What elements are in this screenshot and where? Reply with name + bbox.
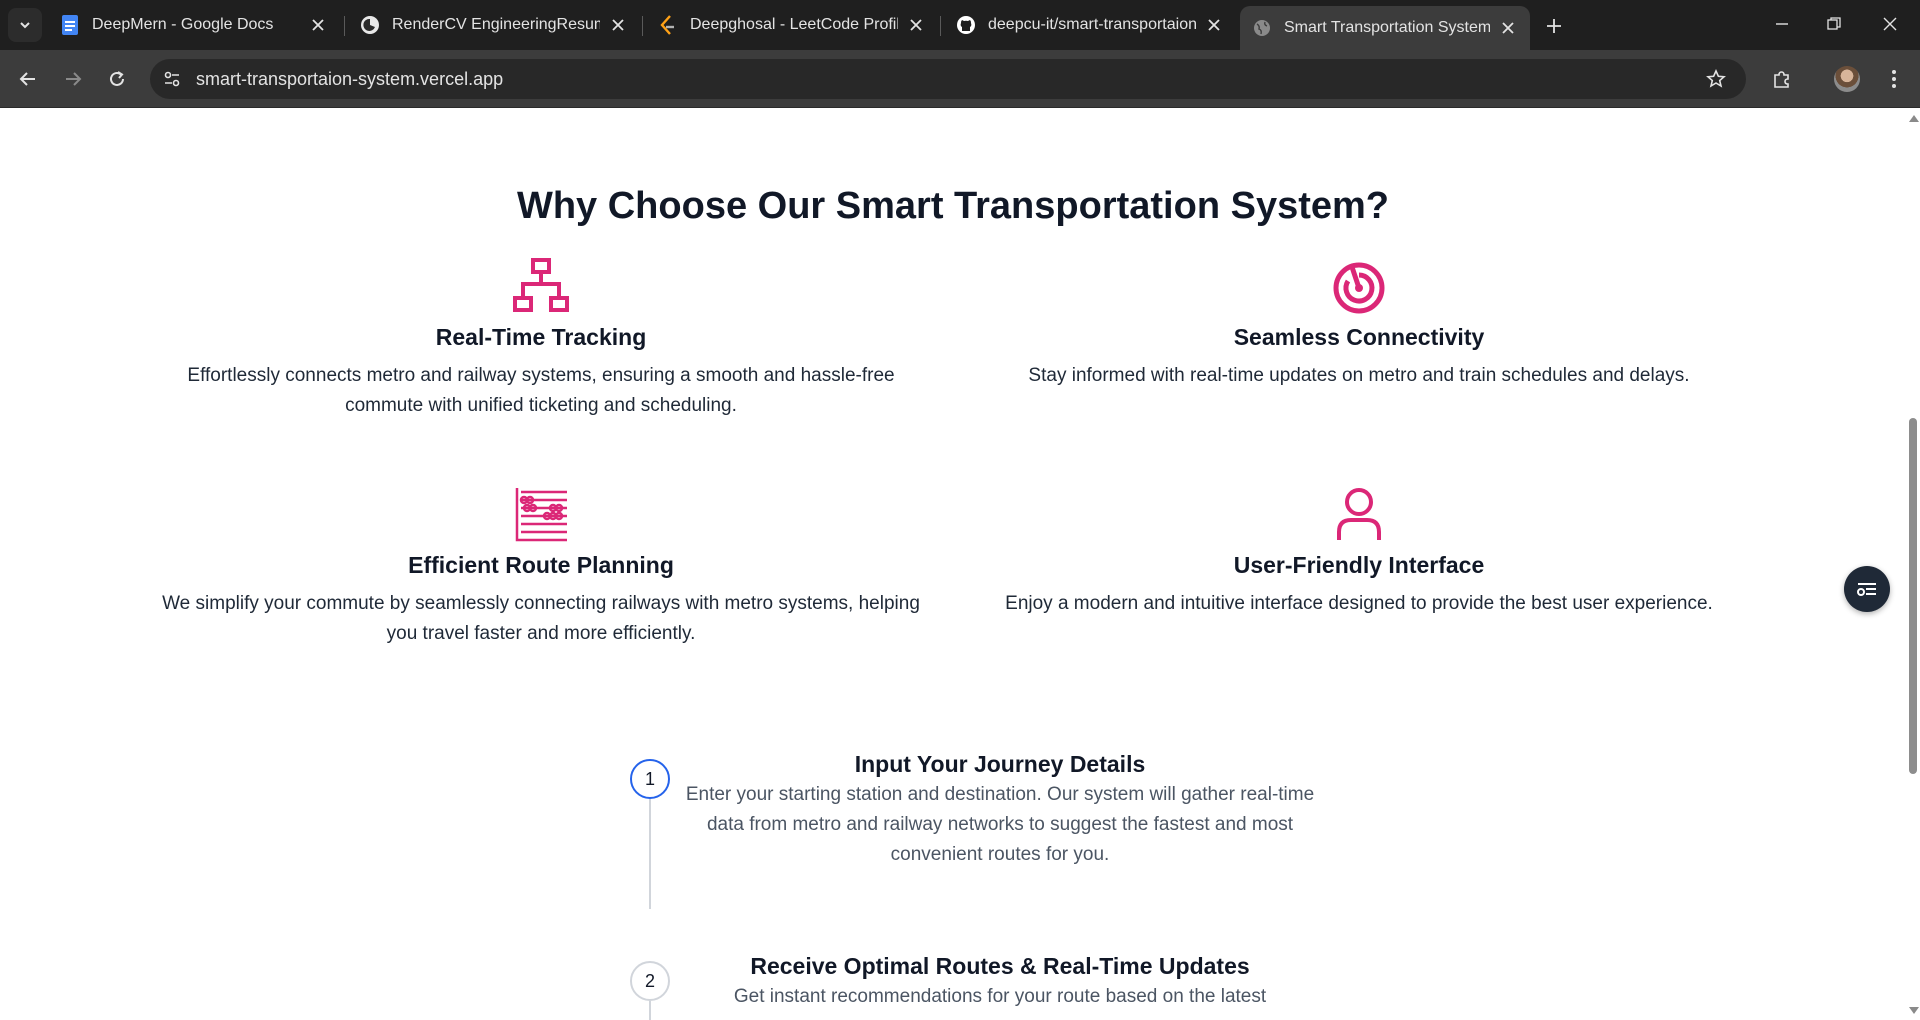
tab-search-button[interactable] — [8, 8, 42, 42]
tab-rendercv[interactable]: RenderCV EngineeringResumes — [348, 6, 640, 44]
step-item: 1 Input Your Journey Details Enter your … — [620, 751, 1380, 959]
close-icon[interactable] — [608, 15, 628, 35]
scroll-down-arrow-icon[interactable] — [1909, 1007, 1919, 1014]
tab-title: deepcu-it/smart-transportaion- — [988, 16, 1196, 33]
bookmark-star-icon[interactable] — [1704, 67, 1728, 91]
close-icon[interactable] — [308, 15, 328, 35]
profile-button[interactable] — [1833, 65, 1861, 93]
step-connector-line — [649, 1001, 651, 1020]
network-icon — [513, 258, 569, 312]
close-icon[interactable] — [1204, 15, 1224, 35]
rendercv-icon — [360, 15, 380, 35]
chevron-down-icon — [20, 22, 30, 29]
plus-icon — [1547, 19, 1561, 33]
address-bar[interactable]: smart-transportaion-system.vercel.app — [150, 59, 1746, 99]
tab-title: Deepghosal - LeetCode Profile — [690, 16, 898, 33]
menu-button[interactable] — [1880, 65, 1908, 93]
page-content: Why Choose Our Smart Transportation Syst… — [0, 109, 1906, 1020]
restore-button[interactable] — [1820, 12, 1848, 36]
feature-card-efficient-route-planning: Efficient Route Planning We simplify you… — [161, 482, 921, 649]
step-title: Receive Optimal Routes & Real-Time Updat… — [750, 953, 1250, 979]
radar-icon — [1333, 262, 1385, 314]
minimize-button[interactable] — [1768, 12, 1796, 36]
feature-card-seamless-connectivity: Seamless Connectivity Stay informed with… — [979, 254, 1739, 391]
step-item: 2 Receive Optimal Routes & Real-Time Upd… — [620, 953, 1380, 1020]
feature-description: Effortlessly connects metro and railway … — [187, 365, 895, 416]
arrow-right-icon — [66, 72, 82, 86]
step-description: Enter your starting station and destinat… — [685, 784, 1315, 865]
tab-leetcode[interactable]: Deepghosal - LeetCode Profile — [646, 6, 938, 44]
tab-title: RenderCV EngineeringResumes — [392, 16, 600, 33]
page-scrollbar[interactable] — [1906, 109, 1920, 1020]
tab-github[interactable]: deepcu-it/smart-transportaion- — [944, 6, 1236, 44]
restore-icon — [1827, 17, 1841, 30]
step-title: Input Your Journey Details — [854, 751, 1146, 777]
more-vertical-icon — [1892, 70, 1896, 88]
url-text: smart-transportaion-system.vercel.app — [196, 68, 504, 89]
google-docs-icon — [60, 15, 80, 35]
arrow-left-icon — [19, 72, 35, 86]
feature-title: Real-Time Tracking — [435, 324, 647, 350]
leetcode-icon — [658, 15, 678, 35]
abacus-icon — [515, 488, 567, 542]
section-title: Why Choose Our Smart Transportation Syst… — [516, 185, 1390, 227]
step-description: Get instant recommendations for your rou… — [733, 986, 1267, 1007]
step-connector-line — [649, 799, 651, 909]
tab-smart-transportation[interactable]: Smart Transportation System — [1240, 6, 1530, 50]
feature-description: We simplify your commute by seamlessly c… — [162, 593, 920, 644]
scroll-thumb[interactable] — [1909, 418, 1917, 774]
tab-title: DeepMern - Google Docs — [92, 16, 274, 33]
close-icon — [1883, 17, 1897, 31]
tab-separator — [642, 16, 643, 36]
floating-menu-button[interactable] — [1844, 566, 1890, 612]
forward-button[interactable] — [59, 65, 87, 93]
feature-description: Stay informed with real-time updates on … — [1028, 365, 1690, 386]
avatar — [1834, 66, 1860, 92]
extensions-button[interactable] — [1768, 65, 1796, 93]
user-icon — [1337, 488, 1381, 540]
step-number: 2 — [630, 961, 670, 1001]
feature-card-real-time-tracking: Real-Time Tracking Effortlessly connects… — [161, 254, 921, 421]
globe-icon — [1252, 18, 1272, 38]
scroll-up-arrow-icon[interactable] — [1909, 115, 1919, 122]
step-number: 1 — [630, 759, 670, 799]
tab-separator — [940, 16, 941, 36]
close-window-button[interactable] — [1876, 12, 1904, 36]
browser-toolbar: smart-transportaion-system.vercel.app — [0, 50, 1920, 108]
tab-bar: DeepMern - Google Docs RenderCV Engineer… — [0, 0, 1920, 50]
puzzle-icon — [1774, 71, 1789, 88]
new-tab-button[interactable] — [1542, 14, 1566, 38]
feature-title: User-Friendly Interface — [1233, 552, 1485, 578]
site-info-icon[interactable] — [158, 65, 186, 93]
tab-separator — [344, 16, 345, 36]
close-icon[interactable] — [906, 15, 926, 35]
feature-title: Seamless Connectivity — [1233, 324, 1485, 350]
github-icon — [956, 15, 976, 35]
list-settings-icon — [1857, 583, 1876, 596]
back-button[interactable] — [14, 65, 42, 93]
feature-card-user-friendly-interface: User-Friendly Interface Enjoy a modern a… — [979, 482, 1739, 619]
feature-title: Efficient Route Planning — [408, 552, 674, 578]
tab-google-docs[interactable]: DeepMern - Google Docs — [48, 6, 340, 44]
reload-button[interactable] — [103, 65, 131, 93]
tab-title: Smart Transportation System — [1284, 19, 1490, 36]
feature-description: Enjoy a modern and intuitive interface d… — [1005, 593, 1713, 614]
close-icon[interactable] — [1498, 18, 1518, 38]
reload-icon — [110, 71, 124, 86]
minimize-icon — [1776, 23, 1788, 25]
